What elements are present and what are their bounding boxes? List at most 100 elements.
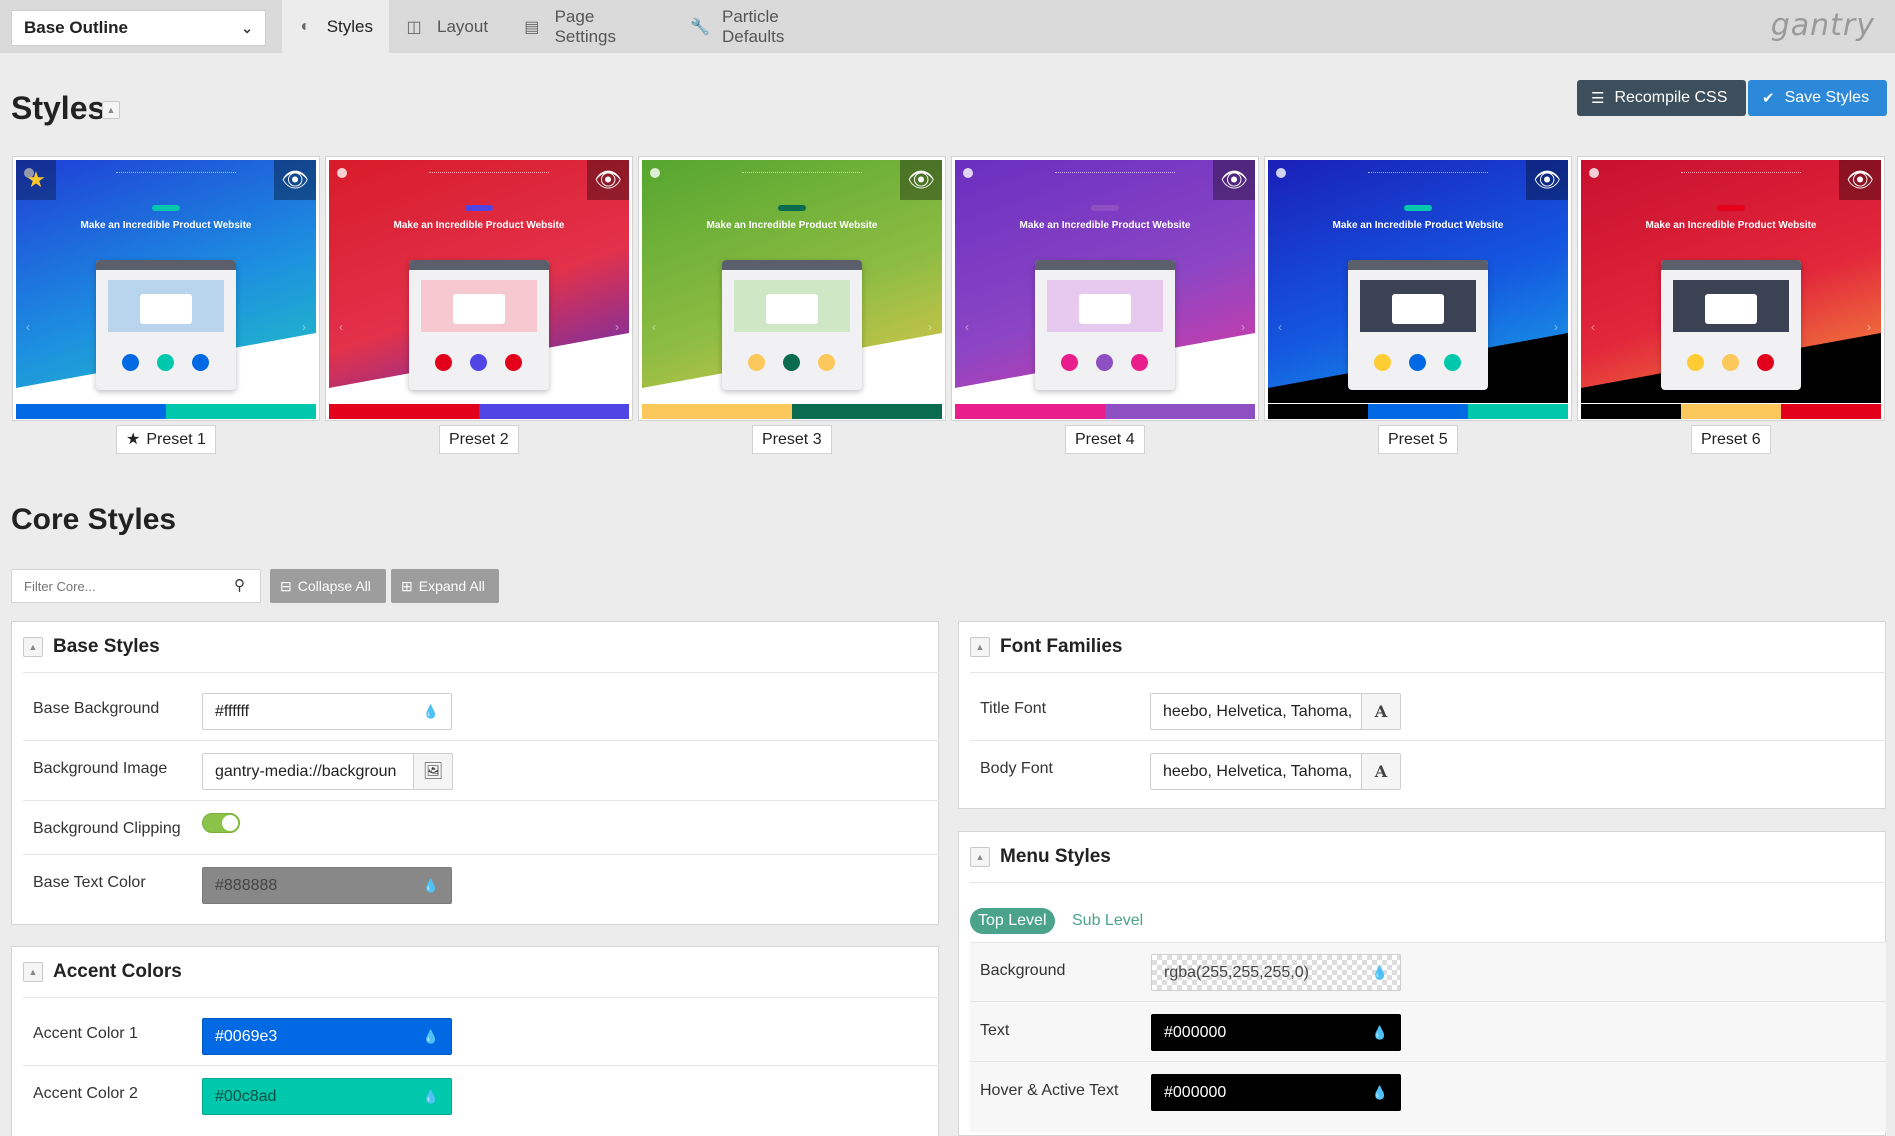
preset-label-text: Preset 6 xyxy=(1701,431,1761,448)
base-text-color-input[interactable]: #888888 💧 xyxy=(202,867,452,904)
chevron-right-icon: › xyxy=(928,320,932,334)
background-image-input[interactable]: gantry-media://backgroun xyxy=(202,753,414,790)
accent-color-2-input[interactable]: #00c8ad 💧 xyxy=(202,1078,452,1115)
eye-icon[interactable]: 👁 xyxy=(274,160,316,200)
preset-thumbnail[interactable]: Make an Incredible Product Website ‹ › 👁 xyxy=(642,160,942,403)
mock-dot xyxy=(748,354,765,371)
layout-icon: ◫ xyxy=(406,18,422,36)
preset-thumbnail[interactable]: Make an Incredible Product Website ‹ › 👁 xyxy=(1581,160,1881,403)
preset-color-strip xyxy=(955,404,1255,419)
preset-label-6[interactable]: Preset 6 xyxy=(1691,425,1771,454)
save-styles-button[interactable]: ✔ Save Styles xyxy=(1748,80,1887,116)
preset-card-4[interactable]: Make an Incredible Product Website ‹ › 👁 xyxy=(951,156,1259,421)
accent-color-1-input[interactable]: #0069e3 💧 xyxy=(202,1018,452,1055)
page-title: Styles xyxy=(11,90,106,126)
mock-dot xyxy=(1444,354,1461,371)
eye-icon[interactable]: 👁 xyxy=(1839,160,1881,200)
mock-browser-window xyxy=(96,260,236,390)
tab-layout[interactable]: ◫ Layout xyxy=(389,0,507,53)
collapse-all-label: Collapse All xyxy=(297,578,371,594)
menu-styles-panel: ▲ Menu Styles Top Level Sub Level Backgr… xyxy=(958,831,1886,1136)
tab-page-settings[interactable]: ▤ Page Settings xyxy=(507,0,674,53)
window-bar xyxy=(1661,260,1801,270)
preset-label-3[interactable]: Preset 3 xyxy=(752,425,832,454)
color-swatch xyxy=(479,404,629,419)
collapse-presets-button[interactable]: ▲ xyxy=(102,101,120,119)
color-swatch xyxy=(955,404,1105,419)
mock-dot xyxy=(1131,354,1148,371)
body-font-input[interactable]: heebo, Helvetica, Tahoma, xyxy=(1150,753,1362,790)
preset-card-1[interactable]: Make an Incredible Product Website ‹ › ★ 👁 xyxy=(12,156,320,421)
preset-label-5[interactable]: Preset 5 xyxy=(1378,425,1458,454)
chevron-right-icon: › xyxy=(615,320,619,334)
color-value: #0069e3 xyxy=(215,1028,278,1045)
menu-background-input[interactable]: rgba(255,255,255,0) 💧 xyxy=(1151,954,1401,991)
expand-all-button[interactable]: ⊞ Expand All xyxy=(391,569,499,603)
mock-card xyxy=(1705,294,1757,324)
search-icon[interactable]: ⚲ xyxy=(234,576,245,594)
filter-core-input[interactable] xyxy=(11,569,261,603)
chevron-right-icon: › xyxy=(1241,320,1245,334)
preset-label-2[interactable]: Preset 2 xyxy=(439,425,519,454)
menu-text-color-input[interactable]: #000000 💧 xyxy=(1151,1014,1401,1051)
preset-headline: Make an Incredible Product Website xyxy=(1645,220,1817,231)
preset-thumbnail[interactable]: Make an Incredible Product Website ‹ › 👁 xyxy=(1268,160,1568,403)
droplet-icon: 💧 xyxy=(422,1089,439,1104)
droplet-icon: 💧 xyxy=(1371,1025,1388,1040)
eye-icon[interactable]: 👁 xyxy=(587,160,629,200)
field-label: Accent Color 1 xyxy=(33,1025,138,1042)
preset-card-2[interactable]: Make an Incredible Product Website ‹ › 👁 xyxy=(325,156,633,421)
menu-hover-text-color-input[interactable]: #000000 💧 xyxy=(1151,1074,1401,1111)
divider xyxy=(23,800,939,801)
color-value: #000000 xyxy=(1164,1024,1227,1041)
divider xyxy=(23,672,939,673)
preset-card-3[interactable]: Make an Incredible Product Website ‹ › 👁 xyxy=(638,156,946,421)
accent-colors-panel: ▲ Accent Colors Accent Color 1 #0069e3 💧… xyxy=(11,946,939,1136)
image-path: gantry-media://backgroun xyxy=(215,763,397,780)
collapse-all-button[interactable]: ⊟ Collapse All xyxy=(270,569,386,603)
mock-nav xyxy=(1368,172,1488,175)
preset-card-5[interactable]: Make an Incredible Product Website ‹ › 👁 xyxy=(1264,156,1572,421)
outline-select[interactable]: Base Outline ⌄ xyxy=(11,10,266,46)
preset-thumbnail[interactable]: Make an Incredible Product Website ‹ › 👁 xyxy=(329,160,629,403)
preset-label-1[interactable]: ★ Preset 1 xyxy=(116,425,216,454)
core-styles-title: Core Styles xyxy=(11,503,177,536)
mock-dot xyxy=(1687,354,1704,371)
preset-label-4[interactable]: Preset 4 xyxy=(1065,425,1145,454)
eye-icon[interactable]: 👁 xyxy=(1213,160,1255,200)
color-swatch xyxy=(1681,404,1781,419)
collapse-panel-button[interactable]: ▲ xyxy=(970,637,990,657)
preset-thumbnail[interactable]: Make an Incredible Product Website ‹ › ★ 👁 xyxy=(16,160,316,403)
tab-sub-level[interactable]: Sub Level xyxy=(1064,908,1151,934)
window-bar xyxy=(96,260,236,270)
background-clipping-toggle[interactable] xyxy=(202,813,240,833)
tab-styles[interactable]: ◐ Styles xyxy=(282,0,389,53)
collapse-panel-button[interactable]: ▲ xyxy=(970,847,990,867)
mock-dot xyxy=(192,354,209,371)
droplet-icon: 💧 xyxy=(1371,965,1388,980)
tab-label: Layout xyxy=(437,16,489,36)
collapse-panel-button[interactable]: ▲ xyxy=(23,637,43,657)
tab-label: Styles xyxy=(326,16,373,36)
eye-icon[interactable]: 👁 xyxy=(1526,160,1568,200)
mock-dot xyxy=(783,354,800,371)
tab-particle-defaults[interactable]: 🔧 Particle Defaults xyxy=(674,0,854,53)
base-background-input[interactable]: #ffffff 💧 xyxy=(202,693,452,730)
collapse-panel-button[interactable]: ▲ xyxy=(23,962,43,982)
preset-label-text: Preset 5 xyxy=(1388,431,1448,448)
image-picker-icon[interactable]: 🖼 xyxy=(413,753,453,790)
preset-card-6[interactable]: Make an Incredible Product Website ‹ › 👁 xyxy=(1577,156,1885,421)
font-picker-icon[interactable]: A xyxy=(1361,753,1401,790)
mock-dot xyxy=(470,354,487,371)
recompile-css-button[interactable]: ☰ Recompile CSS xyxy=(1577,80,1746,116)
title-font-input[interactable]: heebo, Helvetica, Tahoma, xyxy=(1150,693,1362,730)
toggle-knob xyxy=(222,815,238,831)
window-bar xyxy=(1348,260,1488,270)
color-swatch xyxy=(329,404,479,419)
eye-icon[interactable]: 👁 xyxy=(900,160,942,200)
font-picker-icon[interactable]: A xyxy=(1361,693,1401,730)
preset-color-strip xyxy=(1581,404,1881,419)
tab-top-level[interactable]: Top Level xyxy=(970,908,1055,934)
panel-title: Accent Colors xyxy=(53,961,182,982)
preset-thumbnail[interactable]: Make an Incredible Product Website ‹ › 👁 xyxy=(955,160,1255,403)
